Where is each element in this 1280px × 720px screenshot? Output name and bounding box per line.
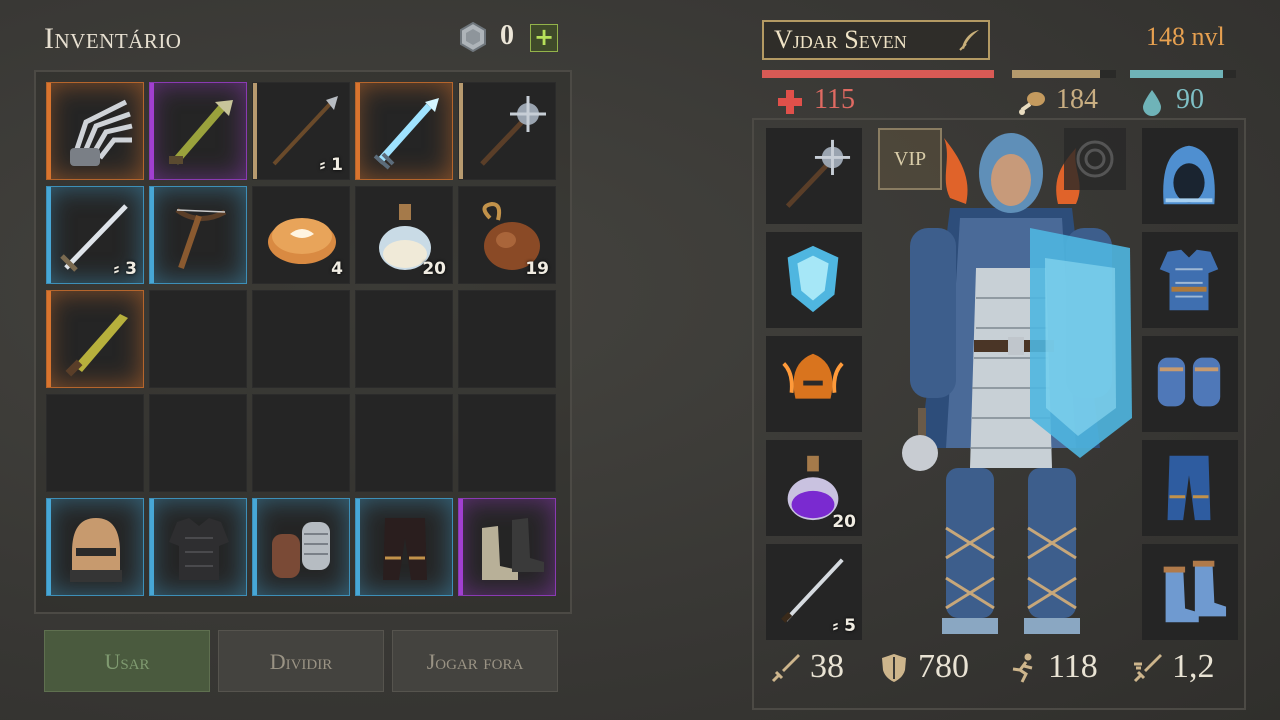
inventory-slot[interactable] <box>149 498 247 596</box>
use-button[interactable]: Usar <box>44 630 210 692</box>
inventory-slot[interactable] <box>252 498 350 596</box>
inventory-slot[interactable]: 20 <box>355 186 453 284</box>
discard-button[interactable]: Jogar fora <box>392 630 558 692</box>
equip-slot-left[interactable] <box>766 232 862 328</box>
character-name[interactable]: Vjdar Seven <box>762 20 990 60</box>
equip-slot-right[interactable] <box>1142 128 1238 224</box>
food-value: 184 <box>1056 84 1098 115</box>
speed-value: 118 <box>1048 648 1098 685</box>
health-cross-icon <box>778 90 802 114</box>
boots-icon <box>482 518 544 580</box>
attack-value: 38 <box>810 648 844 685</box>
inventory-slot-empty[interactable] <box>149 290 247 388</box>
gloves-icon <box>272 522 330 578</box>
equip-slot-right[interactable] <box>1142 544 1238 640</box>
equip-slot-left[interactable]: 20 <box>766 440 862 536</box>
mace-icon <box>785 139 851 208</box>
inventory-slot[interactable]: 4 <box>252 186 350 284</box>
health-value: 115 <box>814 84 855 115</box>
shield-outline-icon <box>1076 140 1114 178</box>
inventory-slot-empty[interactable] <box>355 394 453 492</box>
inventory-title: Inventário <box>44 22 182 55</box>
mace-icon <box>480 96 546 166</box>
character-portrait <box>902 133 1132 634</box>
inventory-slot[interactable] <box>46 290 144 388</box>
equip-slot-left[interactable] <box>766 336 862 432</box>
hood-icon <box>1163 145 1215 205</box>
item-quantity: ⸗ 5 <box>832 616 856 636</box>
equip-slot-left[interactable]: ⸗ 5 <box>766 544 862 640</box>
item-quantity: 20 <box>422 259 446 279</box>
inventory-slot[interactable] <box>355 498 453 596</box>
ice-shield-icon <box>787 245 839 313</box>
pie-icon <box>268 218 336 264</box>
equip-slot-left[interactable] <box>766 128 862 224</box>
torso-armor-icon <box>1159 249 1219 311</box>
leggings-icon <box>1167 455 1211 521</box>
inventory-slot[interactable]: 19 <box>458 186 556 284</box>
health-bar <box>762 70 994 78</box>
inventory-slot[interactable] <box>458 498 556 596</box>
water-bar <box>1130 70 1236 78</box>
item-quantity: 19 <box>525 259 549 279</box>
fire-helm-icon <box>782 353 844 399</box>
inventory-slot-empty[interactable] <box>46 394 144 492</box>
item-quantity: ⸗ 1 <box>319 155 343 175</box>
add-coins-button[interactable]: + <box>530 24 558 52</box>
inventory-slot-empty[interactable] <box>458 394 556 492</box>
inventory-slot[interactable] <box>458 82 556 180</box>
attack-speed-value: 1,2 <box>1172 648 1215 685</box>
swift-sword-icon <box>1133 654 1162 683</box>
pants-icon <box>383 518 427 580</box>
character-level: 148 nvl <box>1146 22 1225 51</box>
helmet-icon <box>70 518 122 582</box>
meat-leg-icon <box>1019 92 1045 115</box>
coin-count: 0 <box>500 20 514 51</box>
crossbow-icon <box>175 207 227 269</box>
inventory-slot-empty[interactable] <box>252 290 350 388</box>
inventory-slot[interactable]: ⸗ 3 <box>46 186 144 284</box>
item-quantity: 20 <box>832 512 856 532</box>
inventory-slot[interactable]: ⸗ 1 <box>252 82 350 180</box>
quill-icon[interactable] <box>958 28 982 52</box>
bone-club-icon <box>169 100 233 165</box>
water-value: 90 <box>1176 84 1204 115</box>
running-man-icon <box>1012 653 1033 683</box>
chest-armor-icon <box>169 518 229 580</box>
inventory-slot[interactable] <box>149 186 247 284</box>
equip-slot-right[interactable] <box>1142 232 1238 328</box>
inventory-slot[interactable] <box>355 82 453 180</box>
silver-coin-icon <box>460 22 486 52</box>
food-bar <box>1012 70 1116 78</box>
armor-value: 780 <box>918 648 969 685</box>
inventory-slot-empty[interactable] <box>149 394 247 492</box>
inventory-slot[interactable] <box>46 498 144 596</box>
water-drop-icon <box>1143 90 1161 116</box>
shield-icon <box>882 654 906 682</box>
equip-slot-right[interactable] <box>1142 336 1238 432</box>
vip-badge[interactable]: VIP <box>878 128 942 190</box>
shield-toggle-button[interactable] <box>1064 128 1126 190</box>
item-quantity: 4 <box>331 259 343 279</box>
inventory-slot[interactable] <box>46 82 144 180</box>
inventory-slot-empty[interactable] <box>458 290 556 388</box>
inventory-slot-empty[interactable] <box>355 290 453 388</box>
claw-gauntlet-icon <box>70 99 133 166</box>
sword-icon <box>771 654 800 683</box>
ice-sword-icon <box>373 98 439 170</box>
item-quantity: ⸗ 3 <box>113 259 137 279</box>
fur-boots-icon <box>1163 560 1227 623</box>
gauntlets-icon <box>1157 357 1221 407</box>
inventory-slot[interactable] <box>149 82 247 180</box>
machete-icon <box>65 314 128 377</box>
inventory-slot-empty[interactable] <box>252 394 350 492</box>
split-button[interactable]: Dividir <box>218 630 384 692</box>
equip-slot-right[interactable] <box>1142 440 1238 536</box>
